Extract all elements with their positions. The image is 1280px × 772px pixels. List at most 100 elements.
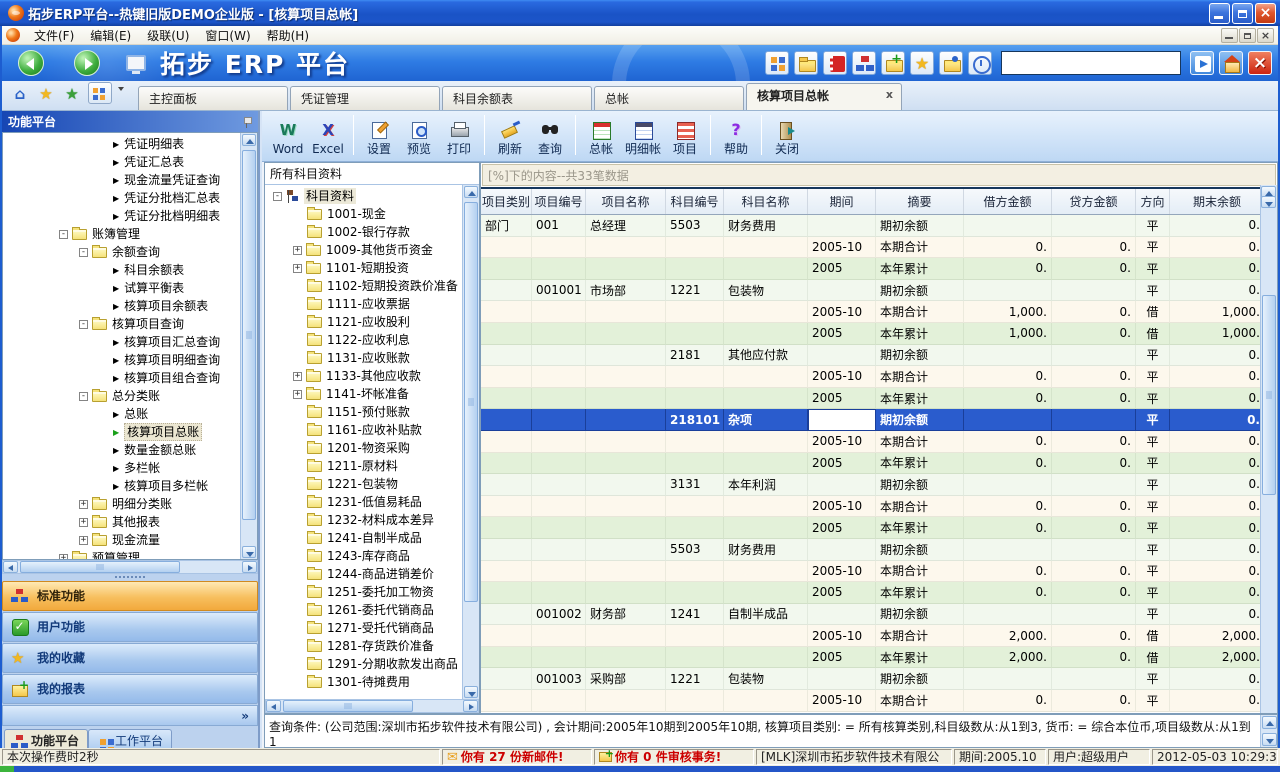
- minimize-button[interactable]: [1209, 3, 1230, 24]
- table-row[interactable]: 218101杂项期初余额平0.: [481, 409, 1277, 431]
- subject-item-1122-应收利息[interactable]: 1122-应收利息: [267, 331, 461, 349]
- column-header-方向[interactable]: 方向: [1136, 189, 1170, 214]
- table-row[interactable]: 001002财务部1241自制半成品期初余额平0.: [481, 604, 1277, 626]
- sidebar-item-现金流量凭证查询[interactable]: ▶现金流量凭证查询: [3, 171, 239, 189]
- table-row[interactable]: 部门001总经理5503财务费用期初余额平0.: [481, 215, 1277, 237]
- subject-item-1121-应收股利[interactable]: 1121-应收股利: [267, 313, 461, 331]
- chevron-down-icon[interactable]: [118, 87, 124, 91]
- sidebar-item-凭证明细表[interactable]: ▶凭证明细表: [3, 135, 239, 153]
- scroll-thumb[interactable]: [1262, 295, 1276, 495]
- sidebar-item-现金流量[interactable]: +现金流量: [3, 531, 239, 549]
- table-row[interactable]: 2181其他应付款期初余额平0.: [481, 345, 1277, 367]
- mdi-minimize-button[interactable]: [1221, 28, 1238, 43]
- sidebar-item-数量金额总账[interactable]: ▶数量金额总账: [3, 441, 239, 459]
- table-row[interactable]: 2005本年累计0.0.平0.: [481, 388, 1277, 410]
- notebook-icon[interactable]: [823, 51, 847, 75]
- sidebar-tab-功能平台[interactable]: 功能平台: [4, 729, 88, 750]
- subject-tree-hscrollbar[interactable]: [265, 699, 479, 713]
- clock-icon[interactable]: [968, 51, 992, 75]
- sidebar-item-其他报表[interactable]: +其他报表: [3, 513, 239, 531]
- toolbar-button-Word[interactable]: WWord: [268, 113, 308, 157]
- subject-item-1241-自制半成品[interactable]: 1241-自制半成品: [267, 529, 461, 547]
- sidebar-item-总账[interactable]: ▶总账: [3, 405, 239, 423]
- toolbar-button-设置[interactable]: 设置: [359, 113, 399, 157]
- collapse-icon[interactable]: -: [59, 230, 68, 239]
- favorites-star-icon[interactable]: [910, 51, 934, 75]
- tab-凭证管理[interactable]: 凭证管理: [290, 86, 440, 110]
- scroll-down-icon[interactable]: [464, 686, 478, 698]
- column-header-贷方金额[interactable]: 贷方金额: [1052, 189, 1136, 214]
- subject-item-1251-委托加工物资[interactable]: 1251-委托加工物资: [267, 583, 461, 601]
- subject-item-1231-低值易耗品[interactable]: 1231-低值易耗品: [267, 493, 461, 511]
- sidebar-item-总分类账[interactable]: -总分类账: [3, 387, 239, 405]
- tab-list-button[interactable]: [88, 82, 112, 104]
- menu-item-文件(F)[interactable]: 文件(F): [26, 26, 82, 45]
- mdi-restore-button[interactable]: [1239, 28, 1256, 43]
- subject-item-1301-待摊费用[interactable]: 1301-待摊费用: [267, 673, 461, 691]
- sidebar-item-核算项目查询[interactable]: -核算项目查询: [3, 315, 239, 333]
- home-button[interactable]: [1219, 51, 1243, 75]
- splitter-handle[interactable]: [2, 574, 258, 580]
- scroll-up-icon[interactable]: [242, 134, 256, 146]
- toolbar-button-关闭[interactable]: 关闭: [767, 113, 807, 157]
- sidebar-item-科目余额表[interactable]: ▶科目余额表: [3, 261, 239, 279]
- table-row[interactable]: 2005-10本期合计0.0.平0.: [481, 561, 1277, 583]
- scroll-up-icon[interactable]: [1262, 716, 1277, 729]
- scroll-left-icon[interactable]: [266, 700, 281, 712]
- orgchart-icon[interactable]: [852, 51, 876, 75]
- close-tab-icon[interactable]: x: [886, 88, 893, 110]
- subject-item-1281-存货跌价准备[interactable]: 1281-存货跌价准备: [267, 637, 461, 655]
- sidebar-item-核算项目汇总查询[interactable]: ▶核算项目汇总查询: [3, 333, 239, 351]
- scroll-up-icon[interactable]: [464, 186, 478, 198]
- table-row[interactable]: 2005-10本期合计0.0.平0.: [481, 366, 1277, 388]
- column-header-期末余额[interactable]: 期末余额: [1170, 189, 1265, 214]
- expand-icon[interactable]: +: [293, 264, 302, 273]
- subject-item-1141-坏帐准备[interactable]: +1141-坏帐准备: [267, 385, 461, 403]
- sidebar-panel-我的报表[interactable]: 我的报表: [2, 674, 258, 704]
- sidebar-item-凭证分批档明细表[interactable]: ▶凭证分批档明细表: [3, 207, 239, 225]
- query-bar-scroll[interactable]: [1260, 715, 1277, 747]
- table-row[interactable]: 001003采购部1221包装物期初余额平0.: [481, 668, 1277, 690]
- subject-item-1243-库存商品[interactable]: 1243-库存商品: [267, 547, 461, 565]
- subject-item-1001-现金[interactable]: 1001-现金: [267, 205, 461, 223]
- table-row[interactable]: 2005本年累计0.0.平0.: [481, 258, 1277, 280]
- table-row[interactable]: 2005-10本期合计0.0.平0.: [481, 496, 1277, 518]
- collapse-icon[interactable]: -: [79, 248, 88, 257]
- sidebar-tab-工作平台[interactable]: 工作平台: [88, 729, 172, 750]
- open-folder-icon[interactable]: [794, 51, 818, 75]
- scroll-left-icon[interactable]: [3, 561, 18, 573]
- menu-item-级联(U)[interactable]: 级联(U): [139, 26, 197, 45]
- restore-button[interactable]: [1232, 3, 1253, 24]
- subject-tree-vscrollbar[interactable]: [462, 185, 479, 699]
- collapse-icon[interactable]: -: [79, 392, 88, 401]
- table-row[interactable]: 2005本年累计0.0.平0.: [481, 453, 1277, 475]
- subject-item-1131-应收账款[interactable]: 1131-应收账款: [267, 349, 461, 367]
- sidebar-item-多栏帐[interactable]: ▶多栏帐: [3, 459, 239, 477]
- scroll-down-icon[interactable]: [242, 546, 256, 558]
- collapse-icon[interactable]: -: [79, 320, 88, 329]
- scroll-down-icon[interactable]: [1261, 196, 1276, 208]
- sidebar-item-预算管理[interactable]: +预算管理: [3, 549, 239, 560]
- subject-item-1101-短期投资[interactable]: +1101-短期投资: [267, 259, 461, 277]
- sidebar-item-核算项目总账[interactable]: ▶核算项目总账: [3, 423, 239, 441]
- subject-item-1102-短期投资跌价准备[interactable]: 1102-短期投资跌价准备: [267, 277, 461, 295]
- quick-search-input[interactable]: [1001, 51, 1181, 75]
- table-row[interactable]: 5503财务费用期初余额平0.: [481, 539, 1277, 561]
- sidebar-panel-标准功能[interactable]: 标准功能: [2, 581, 258, 611]
- go-button[interactable]: [1190, 51, 1214, 75]
- subject-item-1111-应收票据[interactable]: 1111-应收票据: [267, 295, 461, 313]
- table-row[interactable]: 2005本年累计0.0.平0.: [481, 582, 1277, 604]
- status-mail[interactable]: ✉ 你有 27 份新邮件!: [442, 749, 592, 765]
- table-row[interactable]: 3131本年利润期初余额平0.: [481, 474, 1277, 496]
- subject-item-1133-其他应收款[interactable]: +1133-其他应收款: [267, 367, 461, 385]
- subject-item-1261-委托代销商品[interactable]: 1261-委托代销商品: [267, 601, 461, 619]
- menu-item-帮助(H)[interactable]: 帮助(H): [259, 26, 317, 45]
- subject-item-1161-应收补贴款[interactable]: 1161-应收补贴款: [267, 421, 461, 439]
- expand-icon[interactable]: +: [293, 246, 302, 255]
- sidebar-panel-用户功能[interactable]: 用户功能: [2, 612, 258, 642]
- add-favorite-icon[interactable]: ★: [62, 84, 82, 104]
- table-row[interactable]: 2005-10本期合计1,000.0.借1,000.: [481, 301, 1277, 323]
- scroll-right-icon[interactable]: [242, 561, 257, 573]
- column-header-项目名称[interactable]: 项目名称: [586, 189, 666, 214]
- table-row[interactable]: 2005-10本期合计0.0.平0.: [481, 431, 1277, 453]
